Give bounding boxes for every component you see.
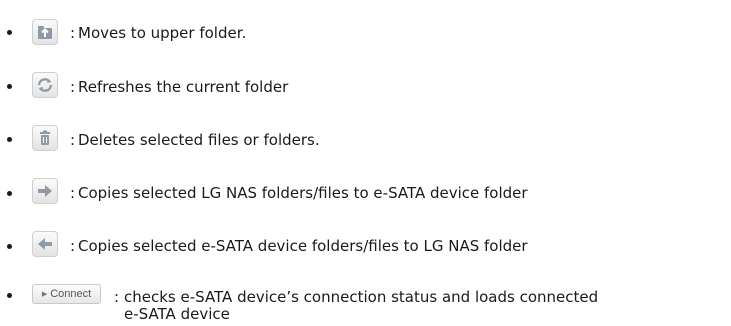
upper-folder-icon xyxy=(32,19,58,45)
separator: : xyxy=(70,184,76,202)
bullet xyxy=(7,191,12,196)
bullet xyxy=(7,244,12,249)
description: Copies selected LG NAS folders/files to … xyxy=(78,184,528,202)
description: Deletes selected files or folders. xyxy=(78,131,320,149)
arrow-left-icon xyxy=(32,231,58,257)
arrow-right-icon xyxy=(32,178,58,204)
description: Refreshes the current folder xyxy=(78,78,289,96)
help-list: : Moves to upper folder. : Refreshes the… xyxy=(0,0,731,326)
refresh-icon xyxy=(32,72,58,98)
separator: : xyxy=(70,78,76,96)
bullet xyxy=(7,30,12,35)
description: Copies selected e-SATA device folders/fi… xyxy=(78,237,528,255)
trash-icon xyxy=(32,125,58,151)
bullet xyxy=(7,293,12,298)
separator: : xyxy=(70,237,76,255)
bullet xyxy=(7,137,12,142)
play-triangle-icon: ▶ xyxy=(41,291,48,298)
separator: : xyxy=(70,131,76,149)
connect-button-label: Connect xyxy=(50,288,92,300)
separator: : xyxy=(114,288,120,306)
description: Moves to upper folder. xyxy=(78,24,247,42)
connect-button: ▶ Connect xyxy=(32,284,101,304)
bullet xyxy=(7,84,12,89)
description-line-2: e-SATA device xyxy=(124,305,230,323)
separator: : xyxy=(70,24,76,42)
